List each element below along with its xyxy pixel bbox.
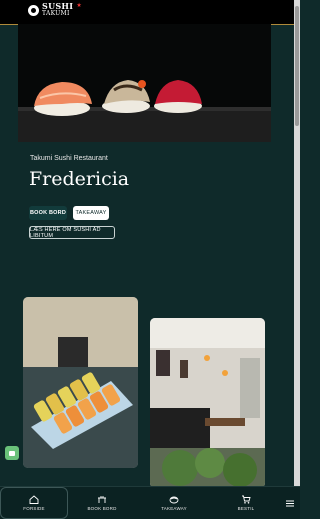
logo-star-icon: ★ <box>76 2 82 9</box>
restaurant-subtitle: Takumi Sushi Restaurant <box>30 155 108 162</box>
logo[interactable]: SUSHI TAKUMI ★ <box>28 1 82 17</box>
page-title: Fredericia <box>29 168 130 190</box>
nav-item-book-bord[interactable]: BOOK BORD <box>70 487 134 519</box>
hero-image-sushi-nigiri <box>18 24 271 142</box>
nav-label-book-bord: BOOK BORD <box>87 506 117 511</box>
home-icon <box>29 495 39 504</box>
page: SUSHI TAKUMI ★ Takumi Sushi Restaurant F… <box>0 0 294 518</box>
logo-text-line1: SUSHI <box>42 1 74 11</box>
chat-icon <box>9 450 15 456</box>
takeaway-button[interactable]: TAKEAWAY <box>73 206 109 220</box>
bottom-navigation: FORSIDE BOOK BORD TAKEAWAY BESTIL <box>0 486 300 519</box>
book-table-button[interactable]: BOOK BORD <box>29 206 67 220</box>
read-more-button[interactable]: LÆS HERE OM SUSHI AD LIBITUM <box>29 226 115 239</box>
table-icon <box>98 496 106 503</box>
nav-item-forside[interactable]: FORSIDE <box>0 487 68 519</box>
site-header: SUSHI TAKUMI ★ <box>0 0 294 25</box>
nav-item-takeaway[interactable]: TAKEAWAY <box>142 487 206 519</box>
chat-button[interactable] <box>5 446 19 460</box>
logo-text-line2: TAKUMI <box>42 10 70 17</box>
nav-item-menu[interactable] <box>282 487 298 519</box>
sushi-rolls-photo <box>23 297 138 468</box>
cart-icon <box>242 495 251 504</box>
nav-item-bestil[interactable]: BESTIL <box>214 487 278 519</box>
nav-label-forside: FORSIDE <box>23 506 45 511</box>
menu-icon <box>286 500 294 506</box>
page-scrollbar[interactable] <box>294 0 300 518</box>
nav-label-takeaway: TAKEAWAY <box>161 506 187 511</box>
logo-mark-icon <box>28 4 39 16</box>
scrollbar-thumb[interactable] <box>295 6 299 126</box>
restaurant-interior-photo <box>150 318 265 488</box>
sushi-icon <box>169 496 179 504</box>
nav-label-bestil: BESTIL <box>237 506 255 511</box>
